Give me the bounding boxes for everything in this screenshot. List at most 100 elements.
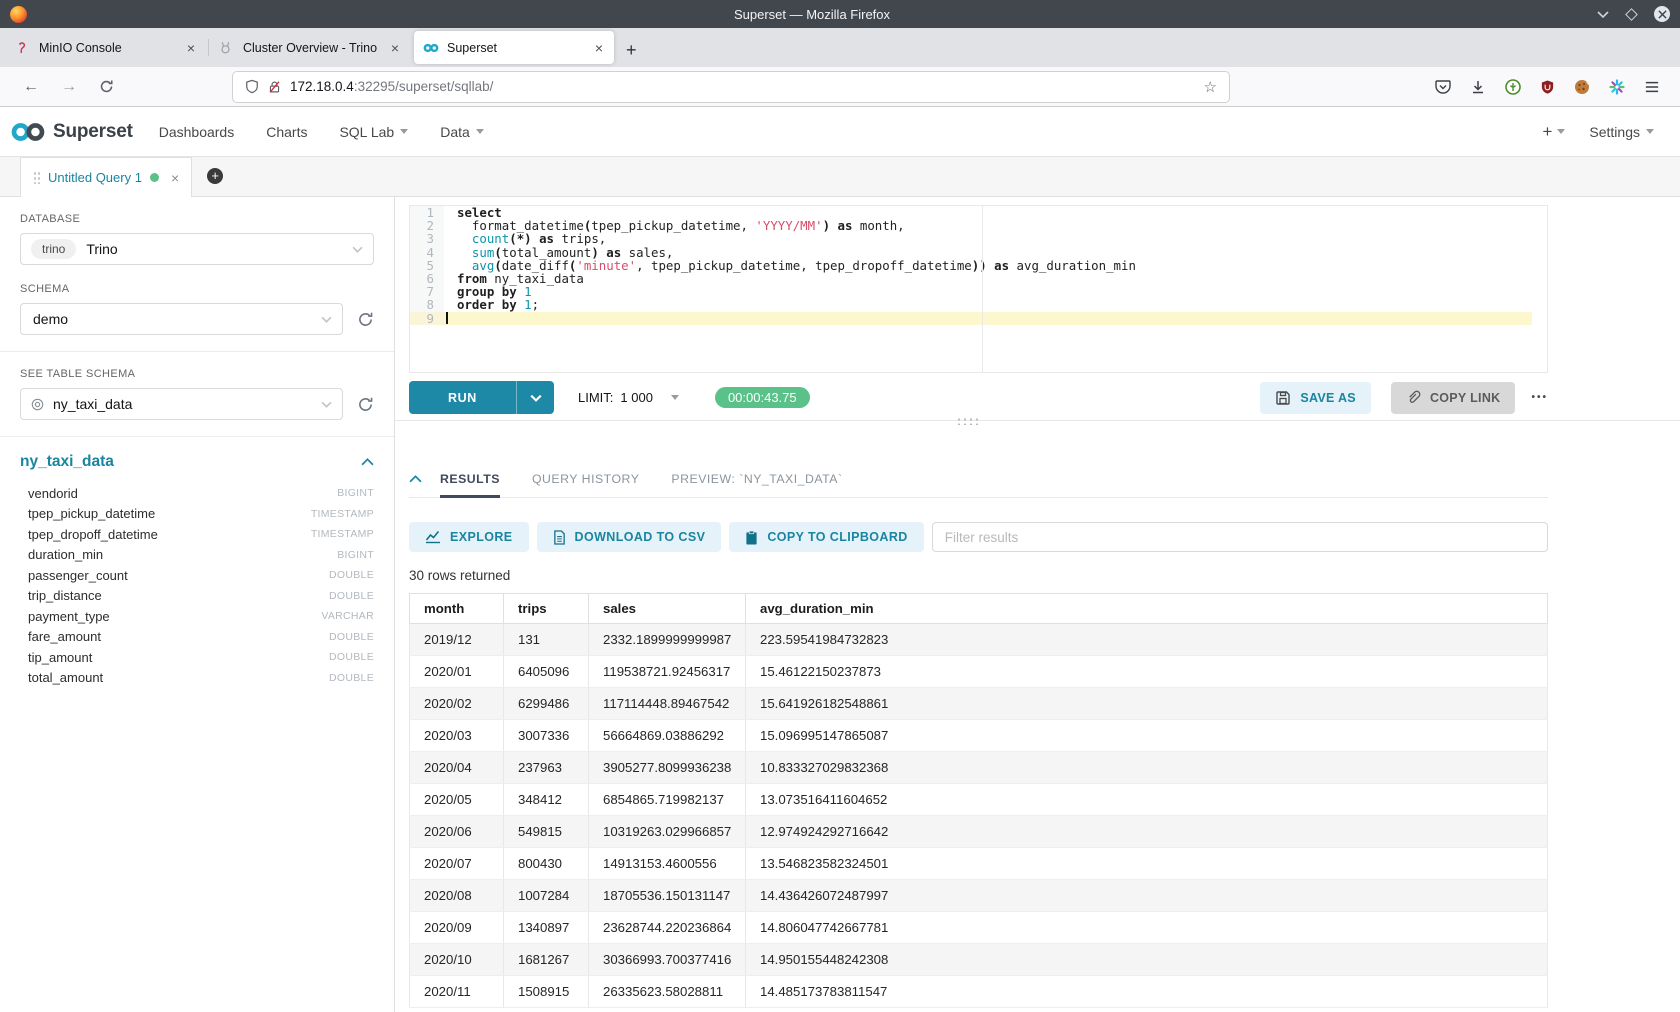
save-as-button[interactable]: SAVE AS [1260,382,1371,414]
column-name: vendorid [20,486,78,501]
pane-divider[interactable] [395,420,1680,430]
line-number: 8 [410,298,444,311]
browser-tab-minio-console[interactable]: MinIO Console× [6,31,206,64]
caret-down-icon [1557,129,1565,134]
results-header-trips[interactable]: trips [504,594,589,624]
collapse-results-chevron-up-icon[interactable] [409,475,422,483]
results-tab-query-history[interactable]: QUERY HISTORY [532,460,639,497]
window-close-icon[interactable] [1654,6,1670,22]
chevron-down-icon [352,246,363,253]
tab-close-icon[interactable]: × [185,40,197,56]
browser-tab-superset[interactable]: Superset× [414,31,614,64]
column-name: payment_type [20,609,110,624]
database-select[interactable]: trino Trino [20,233,374,265]
results-header-month[interactable]: month [410,594,504,624]
nav-item-charts[interactable]: Charts [266,124,307,140]
sql-editor[interactable]: 1select2 format_datetime(tpep_pickup_dat… [409,205,1548,373]
column-type: DOUBLE [329,569,374,581]
drag-handle-icon[interactable] [33,171,40,184]
schema-label: SCHEMA [20,283,374,295]
copy-link-button[interactable]: COPY LINK [1391,382,1516,414]
run-button-label[interactable]: RUN [409,381,516,414]
limit-value: 1 000 [620,390,653,405]
column-type: TIMESTAMP [311,528,374,540]
table-schema-title[interactable]: ny_taxi_data [20,453,114,471]
tracking-shield-icon[interactable] [245,79,259,94]
collapse-table-chevron-up-icon[interactable] [361,458,374,466]
column-type: DOUBLE [329,651,374,663]
nav-item-dashboards[interactable]: Dashboards [159,124,235,140]
download-csv-button[interactable]: DOWNLOAD TO CSV [537,522,722,552]
query-timer-badge: 00:00:43.75 [715,387,810,408]
table-cell: 2020/03 [410,720,504,752]
copy-clipboard-button[interactable]: COPY TO CLIPBOARD [729,522,923,552]
downloads-icon[interactable] [1470,79,1486,95]
refresh-tables-icon[interactable] [357,396,374,413]
back-button[interactable]: ← [12,78,50,96]
bookmark-star-icon[interactable]: ☆ [1204,78,1217,96]
results-tab-preview-ny-taxi-data-[interactable]: PREVIEW: `NY_TAXI_DATA` [671,460,842,497]
table-cell: 2020/11 [410,976,504,1008]
run-options-chevron-icon[interactable] [517,381,554,414]
tab-close-icon[interactable]: × [593,40,605,56]
results-tab-results[interactable]: RESULTS [440,460,500,497]
table-cell: 3905277.8099936238 [589,752,746,784]
explore-button[interactable]: EXPLORE [409,522,529,552]
query-tab-close-icon[interactable]: × [171,170,179,186]
filter-results-input[interactable] [932,522,1548,552]
superset-brand[interactable]: Superset [10,121,133,143]
line-number: 3 [410,232,444,245]
window-minimize-icon[interactable] [1597,11,1609,18]
forward-button[interactable]: → [50,78,88,96]
more-options-button[interactable]: ••• [1531,392,1548,403]
url-bar[interactable]: 172.18.0.4:32295/superset/sqllab/ ☆ [233,72,1229,102]
nav-item-sql-lab[interactable]: SQL Lab [339,124,408,140]
schema-select[interactable]: demo [20,303,343,335]
table-select[interactable]: ny_taxi_data [20,388,343,420]
cookie-icon[interactable] [1574,79,1590,95]
pane-drag-handle-icon[interactable] [955,416,981,425]
ublock-shield-icon[interactable] [1540,79,1555,95]
table-cell: 6854865.719982137 [589,784,746,816]
code-text: order by 1; [444,298,1547,311]
trino-bunny-icon [219,41,235,55]
code-text: avg(date_diff('minute', tpep_pickup_date… [444,259,1547,272]
add-query-tab-button[interactable]: + [192,156,238,196]
navbar-plus-menu[interactable]: + [1542,122,1565,142]
tab-close-icon[interactable]: × [389,40,401,56]
text-cursor [446,312,448,324]
line-number: 9 [410,312,444,325]
pinwheel-extension-icon[interactable] [1609,79,1625,95]
nav-item-data[interactable]: Data [440,124,484,140]
url-text[interactable]: 172.18.0.4:32295/superset/sqllab/ [290,79,493,94]
pocket-icon[interactable] [1435,79,1451,95]
table-cell: 1508915 [504,976,589,1008]
divider [0,436,394,437]
browser-tab-cluster-overview-trino[interactable]: Cluster Overview - Trino× [210,31,410,64]
column-name: passenger_count [20,568,128,583]
hamburger-menu-icon[interactable] [1644,80,1660,94]
run-button[interactable]: RUN [409,381,554,414]
table-cell: 1681267 [504,944,589,976]
refresh-schemas-icon[interactable] [357,311,374,328]
database-label: DATABASE [20,213,374,225]
insecure-lock-icon[interactable] [268,80,281,94]
table-cell: 2020/04 [410,752,504,784]
results-header-avg_duration_min[interactable]: avg_duration_min [746,594,1548,624]
reload-button[interactable] [88,79,125,94]
window-maximize-icon[interactable] [1625,8,1638,21]
query-tab-untitled-query-1[interactable]: Untitled Query 1 × [20,157,192,197]
screen: Superset — Mozilla Firefox MinIO Console… [0,0,1680,1012]
schema-column-row: tpep_dropoff_datetimeTIMESTAMP [20,524,374,545]
table-cell: 2020/02 [410,688,504,720]
table-cell: 15.096995147865087 [746,720,1548,752]
limit-dropdown[interactable]: LIMIT: 1 000 [578,390,679,405]
new-tab-button[interactable]: + [614,40,649,67]
sqllab-workspace: 1select2 format_datetime(tpep_pickup_dat… [395,197,1680,1012]
column-name: tip_amount [20,650,92,665]
extension-green-icon[interactable] [1505,79,1521,95]
table-icon [31,398,44,411]
query-tabbar: Untitled Query 1 × + [0,157,1680,197]
results-header-sales[interactable]: sales [589,594,746,624]
navbar-settings-menu[interactable]: Settings [1589,124,1654,140]
